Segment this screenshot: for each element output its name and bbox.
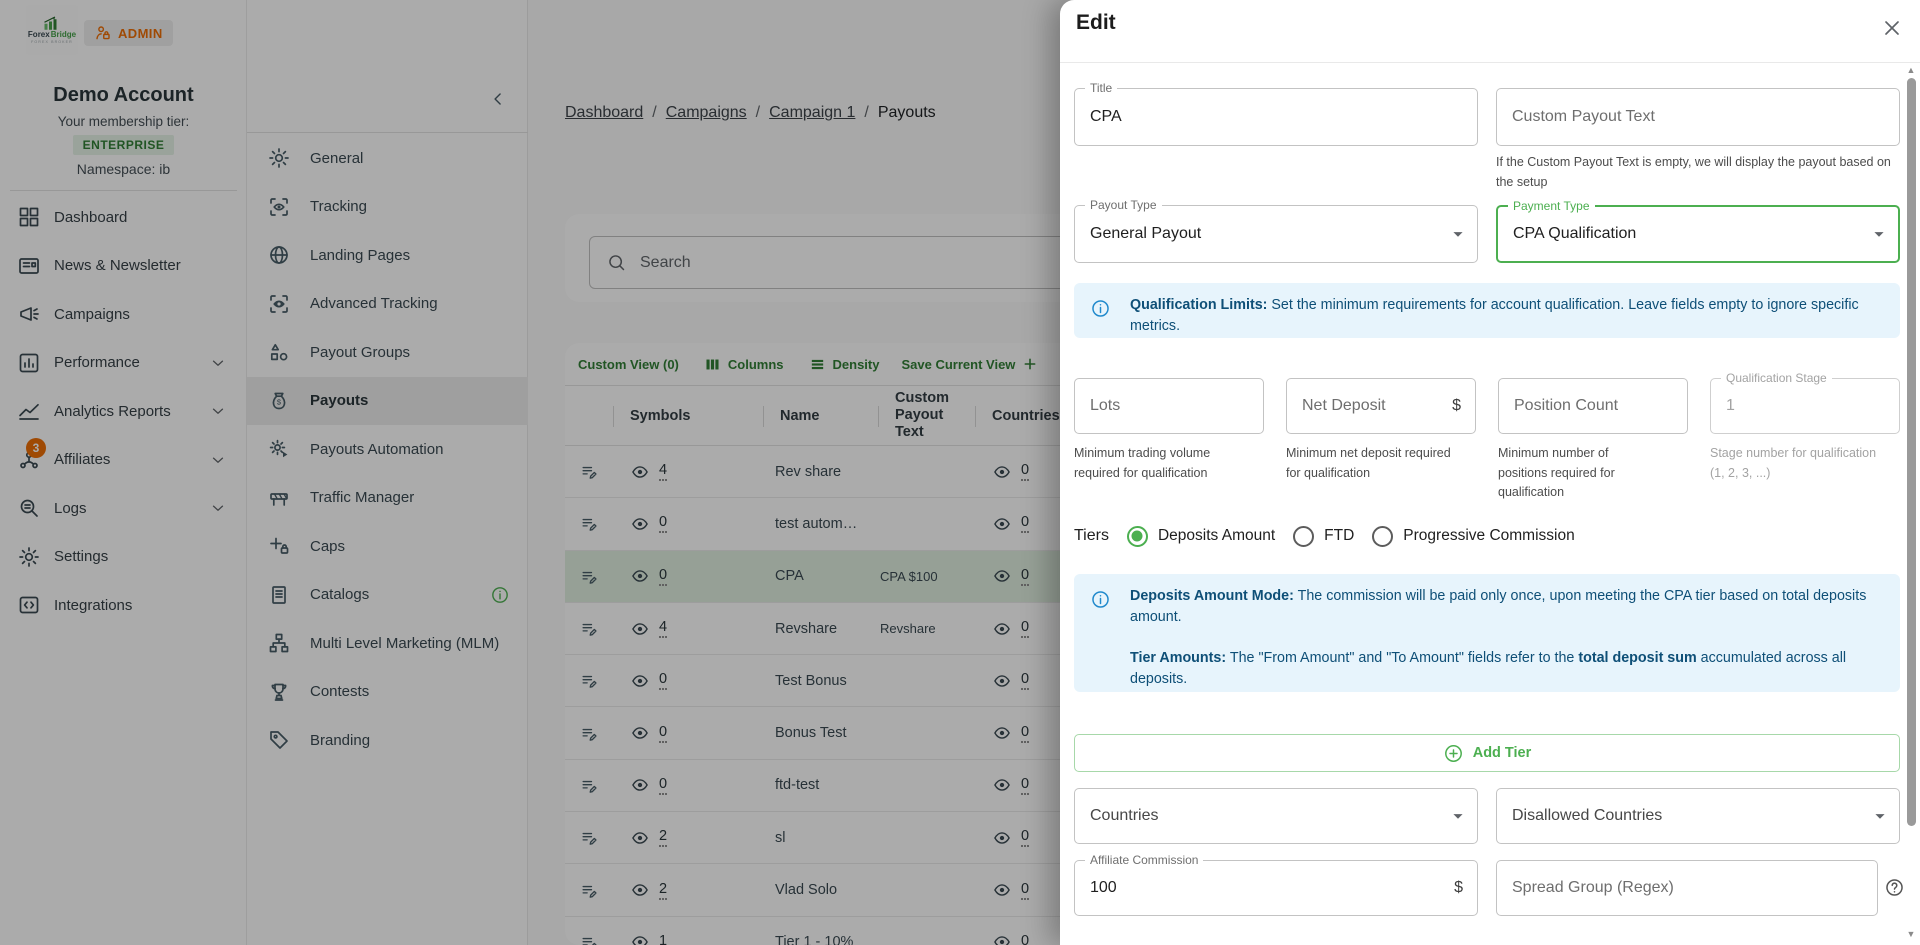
tier-radio-deposits-amount[interactable]: Deposits Amount	[1127, 526, 1275, 547]
tier-radio-ftd[interactable]: FTD	[1293, 526, 1354, 547]
disallowed-countries-select[interactable]: Disallowed Countries	[1496, 788, 1900, 844]
caret-down-icon	[1869, 805, 1891, 827]
lots-helper: Minimum trading volume required for qual…	[1074, 444, 1246, 483]
custom-payout-placeholder: Custom Payout Text	[1512, 108, 1655, 126]
net-deposit-field[interactable]: Net Deposit $	[1286, 378, 1476, 434]
custom-payout-text-field[interactable]: Custom Payout Text	[1496, 88, 1900, 146]
payout-type-value: General Payout	[1090, 225, 1201, 243]
custom-payout-helper: If the Custom Payout Text is empty, we w…	[1496, 153, 1900, 192]
position-count-field[interactable]: Position Count	[1498, 378, 1688, 434]
payment-type-select[interactable]: Payment Type CPA Qualification	[1496, 205, 1900, 263]
close-icon[interactable]	[1880, 16, 1904, 40]
tiers-radio-group: Tiers Deposits Amount FTD Progressive Comm…	[1074, 522, 1593, 550]
qualification-stage-field[interactable]: Qualification Stage 1	[1710, 378, 1900, 434]
lots-field[interactable]: Lots	[1074, 378, 1264, 434]
payout-type-select[interactable]: Payout Type General Payout	[1074, 205, 1478, 263]
countries-label: Countries	[1090, 807, 1158, 825]
scroll-down-arrow[interactable]: ▼	[1905, 928, 1917, 940]
add-tier-label: Add Tier	[1473, 745, 1532, 761]
caret-down-icon	[1447, 223, 1469, 245]
qualification-stage-helper: Stage number for qualification (1, 2, 3,…	[1710, 444, 1878, 483]
spread-group-help-icon[interactable]	[1884, 877, 1905, 898]
tier-radio-label: Deposits Amount	[1158, 527, 1275, 545]
drawer-header-divider	[1060, 62, 1920, 63]
drawer-title: Edit	[1076, 11, 1116, 35]
title-field[interactable]: Title CPA	[1074, 88, 1478, 146]
qualification-limits-text: Qualification Limits: Set the minimum re…	[1130, 295, 1888, 337]
qualification-stage-label: Qualification Stage	[1721, 371, 1832, 385]
spread-group-field[interactable]: Spread Group (Regex)	[1496, 860, 1878, 916]
net-deposit-helper: Minimum net deposit required for qualifi…	[1286, 444, 1458, 483]
countries-select[interactable]: Countries	[1074, 788, 1478, 844]
info-icon	[1090, 589, 1111, 610]
spread-group-placeholder: Spread Group (Regex)	[1512, 879, 1674, 897]
tier-radio-progressive-commission[interactable]: Progressive Commission	[1372, 526, 1574, 547]
edit-payout-drawer: Edit Title CPA Custom Payout Text If the…	[1060, 0, 1920, 945]
dollar-suffix: $	[1452, 397, 1461, 415]
payment-type-label: Payment Type	[1508, 199, 1595, 213]
scroll-up-arrow[interactable]: ▲	[1905, 64, 1917, 76]
payment-type-value: CPA Qualification	[1513, 225, 1636, 243]
disallowed-countries-label: Disallowed Countries	[1512, 807, 1662, 825]
tier-amounts-text: Tier Amounts: The "From Amount" and "To …	[1130, 648, 1884, 690]
deposits-amount-mode-info: Deposits Amount Mode: The commission wil…	[1074, 574, 1900, 692]
qualification-limits-info: Qualification Limits: Set the minimum re…	[1074, 283, 1900, 338]
position-count-helper: Minimum number of positions required for…	[1498, 444, 1658, 503]
lots-placeholder: Lots	[1090, 397, 1120, 415]
plus-circle-icon	[1443, 743, 1464, 764]
tiers-label: Tiers	[1074, 527, 1109, 545]
net-deposit-placeholder: Net Deposit	[1302, 397, 1386, 415]
radio-selected-icon	[1127, 526, 1148, 547]
caret-down-icon	[1447, 805, 1469, 827]
affiliate-commission-field[interactable]: Affiliate Commission 100 $	[1074, 860, 1478, 916]
tier-radio-label: FTD	[1324, 527, 1354, 545]
info-icon	[1090, 298, 1111, 319]
dollar-suffix: $	[1454, 879, 1463, 897]
qualification-stage-value: 1	[1726, 397, 1735, 415]
affiliate-commission-label: Affiliate Commission	[1085, 853, 1203, 867]
add-tier-button[interactable]: Add Tier	[1074, 734, 1900, 772]
scrollbar-thumb[interactable]	[1907, 78, 1916, 826]
radio-unselected-icon	[1372, 526, 1393, 547]
title-field-value: CPA	[1090, 108, 1122, 126]
title-field-label: Title	[1085, 81, 1117, 95]
caret-down-icon	[1868, 223, 1890, 245]
radio-unselected-icon	[1293, 526, 1314, 547]
payout-type-label: Payout Type	[1085, 198, 1162, 212]
deposits-mode-text: Deposits Amount Mode: The commission wil…	[1130, 586, 1884, 628]
tier-radio-label: Progressive Commission	[1403, 527, 1574, 545]
affiliate-commission-value: 100	[1090, 879, 1117, 897]
position-count-placeholder: Position Count	[1514, 397, 1618, 415]
